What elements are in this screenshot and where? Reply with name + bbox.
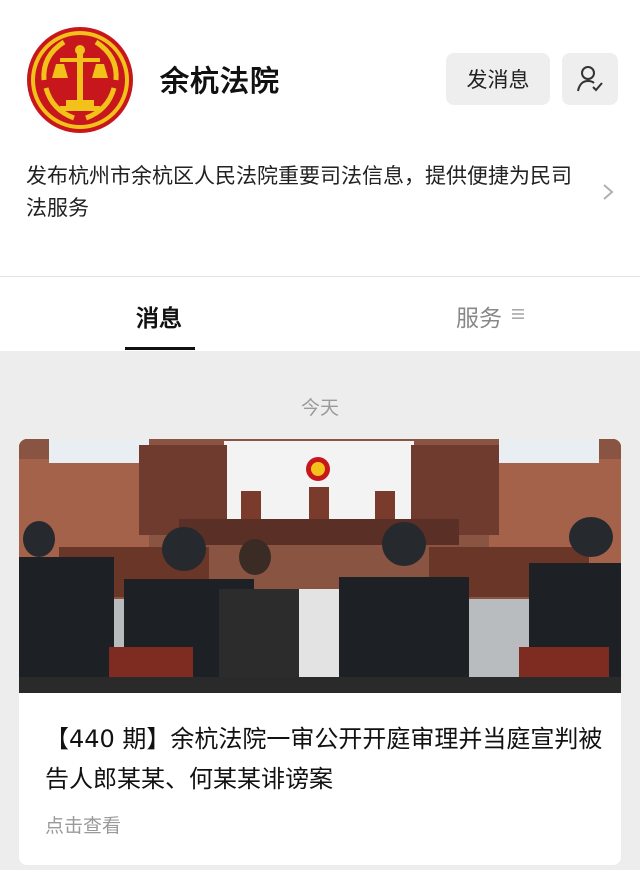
- account-header: 余杭法院 发消息 发布杭州市余杭区人民法院重要司法信息，提供便捷为民司法服务: [0, 0, 640, 278]
- account-description[interactable]: 发布杭州市余杭区人民法院重要司法信息，提供便捷为民司法服务: [26, 160, 586, 224]
- date-separator: 今天: [300, 397, 339, 419]
- account-name: 余杭法院: [160, 64, 281, 98]
- tab-services[interactable]: 服务: [456, 299, 502, 333]
- article-card[interactable]: 【440 期】余杭法院一审公开开庭审理并当庭宣判被告人郎某某、何某某诽谤案 点击…: [19, 439, 621, 865]
- tab-messages[interactable]: 消息: [136, 299, 182, 333]
- court-emblem-logo: [27, 27, 133, 133]
- view-article-link[interactable]: 点击查看: [45, 811, 121, 838]
- message-feed: 今天 【440 期】余杭法院一审公开开庭审理并当庭宣判被告人郎某某、何某某诽谤案…: [0, 351, 640, 870]
- tab-bar: 消息 服务: [0, 277, 640, 351]
- active-tab-indicator: [125, 347, 195, 350]
- send-message-button[interactable]: 发消息: [446, 53, 550, 105]
- article-title[interactable]: 【440 期】余杭法院一审公开开庭审理并当庭宣判被告人郎某某、何某某诽谤案: [45, 719, 605, 799]
- courtroom-photo: [19, 439, 621, 693]
- person-check-icon: [577, 66, 603, 92]
- chevron-right-icon[interactable]: [598, 180, 618, 204]
- menu-icon: [512, 309, 524, 319]
- follow-button[interactable]: [562, 53, 618, 105]
